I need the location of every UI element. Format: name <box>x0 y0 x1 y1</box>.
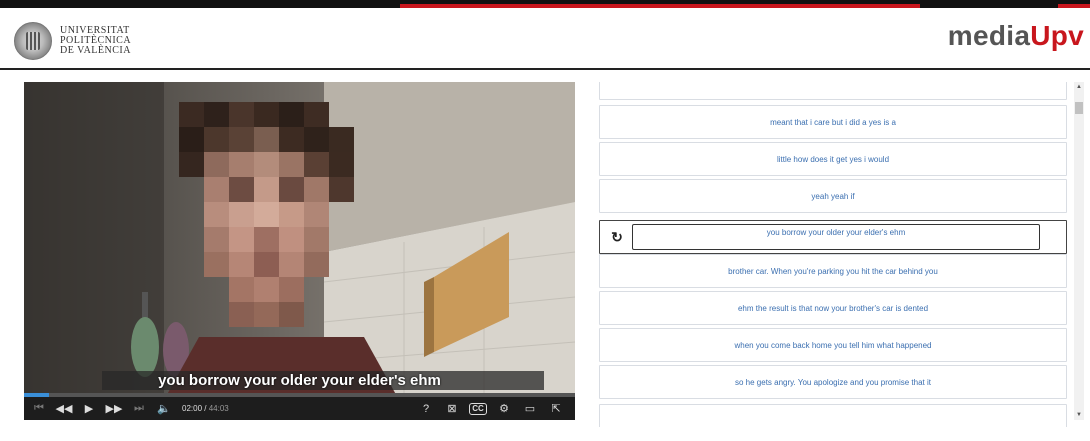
transcript-panel[interactable]: meant that i care but i did a yes is a l… <box>597 82 1070 427</box>
top-accent-bar <box>0 0 1090 8</box>
university-seal-icon <box>14 22 52 60</box>
transcript-segment-next[interactable] <box>599 404 1067 427</box>
transcript-segment[interactable]: little how does it get yes i would <box>599 142 1067 176</box>
closed-captions-icon: CC <box>469 402 487 415</box>
rewind-icon: ◀◀ <box>55 403 73 415</box>
fast-forward-icon: ▶▶ <box>105 403 123 415</box>
transcript-segment-text: ehm the result is that now your brother'… <box>737 303 929 313</box>
skip-end-icon: ⏭ <box>134 402 144 414</box>
current-time: 02:00 <box>182 404 203 413</box>
volume-button[interactable]: 🔈 <box>155 400 173 418</box>
scrollbar-thumb[interactable] <box>1075 102 1083 114</box>
skip-start-icon: ⏮ <box>34 402 44 414</box>
external-link-icon: ⇱ <box>551 403 561 415</box>
transcript-segment[interactable]: meant that i care but i did a yes is a <box>599 105 1067 139</box>
scroll-down-arrow-icon[interactable]: ▼ <box>1074 410 1084 420</box>
play-button[interactable]: ▶ <box>80 400 98 418</box>
brand-upv-text: Upv <box>1030 20 1084 51</box>
screen-button[interactable]: ▭ <box>521 400 539 418</box>
external-link-button[interactable]: ⇱ <box>547 400 565 418</box>
transcript-segment-text: so he gets angry. You apologize and you … <box>735 377 931 387</box>
undo-icon[interactable]: ↻ <box>608 228 626 246</box>
closed-captions-button[interactable]: CC <box>469 400 487 418</box>
bookmark-button[interactable]: ⊠ <box>443 400 461 418</box>
transcript-segment-text: little how does it get yes i would <box>776 154 890 164</box>
time-display: 02:00 / 44:03 <box>182 404 229 413</box>
video-frame[interactable] <box>24 82 575 400</box>
transcript-segment[interactable]: ehm the result is that now your brother'… <box>599 291 1067 325</box>
transcript-scrollbar[interactable]: ▲ ▼ <box>1074 82 1084 420</box>
transcript-segment-previous[interactable] <box>599 82 1067 100</box>
volume-icon: 🔈 <box>157 403 171 415</box>
university-logo[interactable]: UNIVERSITAT POLITÈCNICA DE VALÈNCIA <box>14 22 131 60</box>
transcript-segment-active[interactable]: ↻ you borrow your older your elder's ehm <box>599 220 1067 254</box>
video-subtitle: you borrow your older your elder's ehm <box>158 372 441 389</box>
transcript-segment[interactable]: when you come back home you tell him wha… <box>599 328 1067 362</box>
help-button[interactable]: ? <box>417 400 435 418</box>
video-player[interactable]: you borrow your older your elder's ehm ⏮… <box>24 82 575 420</box>
skip-end-button[interactable]: ⏭ <box>130 400 148 418</box>
transcript-edit-text: you borrow your older your elder's ehm <box>766 228 906 237</box>
university-name: UNIVERSITAT POLITÈCNICA DE VALÈNCIA <box>60 26 131 56</box>
transcript-segment[interactable]: brother car. When you're parking you hit… <box>599 254 1067 288</box>
settings-icon: ⚙ <box>499 403 509 415</box>
transcript-segment-text: meant that i care but i did a yes is a <box>770 117 896 127</box>
scroll-up-arrow-icon[interactable]: ▲ <box>1074 82 1084 92</box>
transcript-segment[interactable]: so he gets angry. You apologize and you … <box>599 365 1067 399</box>
mediaupv-logo[interactable]: mediaUpv <box>948 20 1084 52</box>
total-time: 44:03 <box>208 404 229 413</box>
skip-start-button[interactable]: ⏮ <box>30 400 48 418</box>
brand-media-text: media <box>947 20 1031 51</box>
help-icon: ? <box>422 402 430 415</box>
transcript-edit-field[interactable]: you borrow your older your elder's ehm <box>632 224 1040 250</box>
fast-forward-button[interactable]: ▶▶ <box>105 400 123 418</box>
transcript-segment-text: yeah yeah if <box>811 191 855 201</box>
bookmark-icon: ⊠ <box>447 403 457 415</box>
university-name-line-3: DE VALÈNCIA <box>60 45 131 56</box>
time-separator: / <box>202 404 209 413</box>
player-controls: ⏮ ◀◀ ▶ ▶▶ ⏭ 🔈 02:00 / 44:03 ? ⊠ CC ⚙ ▭ ⇱ <box>24 397 575 420</box>
rewind-button[interactable]: ◀◀ <box>55 400 73 418</box>
play-icon: ▶ <box>84 403 94 415</box>
screen-icon: ▭ <box>524 403 536 415</box>
transcript-segment-text: when you come back home you tell him wha… <box>734 340 932 350</box>
settings-button[interactable]: ⚙ <box>495 400 513 418</box>
site-header: UNIVERSITAT POLITÈCNICA DE VALÈNCIA medi… <box>0 8 1090 70</box>
transcript-segment[interactable]: yeah yeah if <box>599 179 1067 213</box>
player-controls-right: ? ⊠ CC ⚙ ▭ ⇱ <box>413 400 569 418</box>
transcript-segment-text: brother car. When you're parking you hit… <box>728 266 938 276</box>
